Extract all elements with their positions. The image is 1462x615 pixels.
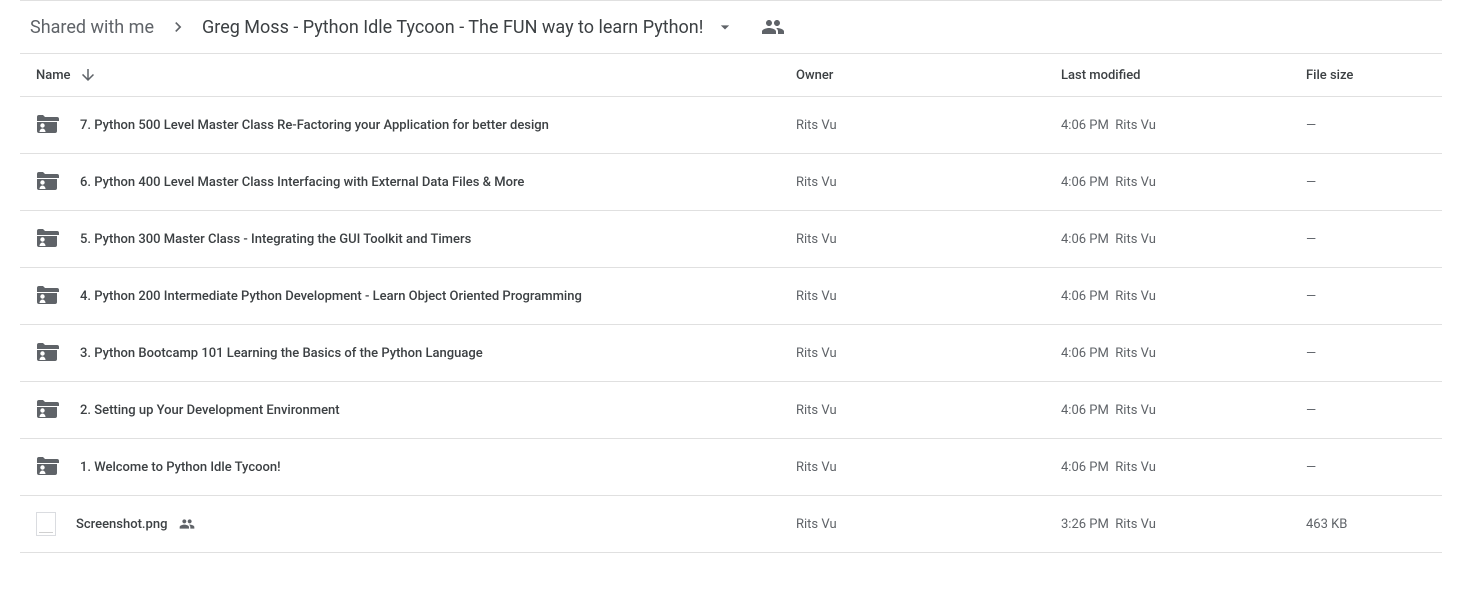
row-modified-cell: 4:06 PM Rits Vu bbox=[1061, 460, 1306, 475]
row-owner-cell: Rits Vu bbox=[796, 175, 1061, 190]
breadcrumb-current[interactable]: Greg Moss - Python Idle Tycoon - The FUN… bbox=[202, 17, 735, 38]
shared-folder-icon bbox=[36, 341, 60, 365]
row-owner-cell: Rits Vu bbox=[796, 403, 1061, 418]
row-name-cell: 2. Setting up Your Development Environme… bbox=[36, 398, 796, 422]
row-modified-cell: 3:26 PM Rits Vu bbox=[1061, 517, 1306, 532]
row-name-cell: 6. Python 400 Level Master Class Interfa… bbox=[36, 170, 796, 194]
table-row[interactable]: 6. Python 400 Level Master Class Interfa… bbox=[20, 154, 1442, 211]
row-modified-cell: 4:06 PM Rits Vu bbox=[1061, 289, 1306, 304]
table-row[interactable]: 1. Welcome to Python Idle Tycoon! Rits Vu… bbox=[20, 439, 1442, 496]
row-owner-cell: Rits Vu bbox=[796, 118, 1061, 133]
file-name: 6. Python 400 Level Master Class Interfa… bbox=[80, 175, 524, 190]
breadcrumb-current-label: Greg Moss - Python Idle Tycoon - The FUN… bbox=[202, 17, 703, 38]
row-owner-cell: Rits Vu bbox=[796, 232, 1061, 247]
shared-badge-icon bbox=[179, 516, 195, 532]
column-name-label: Name bbox=[36, 68, 71, 83]
table-row[interactable]: 4. Python 200 Intermediate Python Develo… bbox=[20, 268, 1442, 325]
file-name: 2. Setting up Your Development Environme… bbox=[80, 403, 340, 418]
table-row[interactable]: 3. Python Bootcamp 101 Learning the Basi… bbox=[20, 325, 1442, 382]
row-size-cell: 463 KB bbox=[1306, 517, 1426, 532]
shared-folder-icon bbox=[36, 455, 60, 479]
breadcrumb: Shared with me Greg Moss - Python Idle T… bbox=[20, 0, 1442, 54]
column-header-owner[interactable]: Owner bbox=[796, 68, 1061, 83]
table-header: Name Owner Last modified File size bbox=[20, 54, 1442, 97]
table-row[interactable]: Screenshot.png Rits Vu3:26 PM Rits Vu463 … bbox=[20, 496, 1442, 553]
column-header-size[interactable]: File size bbox=[1306, 68, 1426, 83]
row-name-cell: 5. Python 300 Master Class - Integrating… bbox=[36, 227, 796, 251]
dropdown-icon[interactable] bbox=[715, 17, 735, 37]
row-modified-cell: 4:06 PM Rits Vu bbox=[1061, 346, 1306, 361]
shared-folder-icon bbox=[36, 284, 60, 308]
file-name: Screenshot.png bbox=[76, 517, 167, 532]
table-row[interactable]: 7. Python 500 Level Master Class Re-Fact… bbox=[20, 97, 1442, 154]
file-name: 5. Python 300 Master Class - Integrating… bbox=[80, 232, 471, 247]
shared-folder-icon bbox=[36, 227, 60, 251]
table-row[interactable]: 5. Python 300 Master Class - Integrating… bbox=[20, 211, 1442, 268]
row-modified-cell: 4:06 PM Rits Vu bbox=[1061, 175, 1306, 190]
column-header-name[interactable]: Name bbox=[36, 66, 796, 84]
row-size-cell: — bbox=[1306, 460, 1426, 475]
row-size-cell: — bbox=[1306, 232, 1426, 247]
file-name: 7. Python 500 Level Master Class Re-Fact… bbox=[80, 118, 549, 133]
shared-folder-icon bbox=[36, 113, 60, 137]
row-modified-cell: 4:06 PM Rits Vu bbox=[1061, 403, 1306, 418]
row-name-cell: 7. Python 500 Level Master Class Re-Fact… bbox=[36, 113, 796, 137]
file-name: 1. Welcome to Python Idle Tycoon! bbox=[80, 460, 281, 475]
row-owner-cell: Rits Vu bbox=[796, 460, 1061, 475]
arrow-down-icon bbox=[79, 66, 97, 84]
shared-folder-icon bbox=[36, 170, 60, 194]
image-file-icon bbox=[36, 512, 56, 536]
row-name-cell: 3. Python Bootcamp 101 Learning the Basi… bbox=[36, 341, 796, 365]
row-name-cell: 4. Python 200 Intermediate Python Develo… bbox=[36, 284, 796, 308]
table-row[interactable]: 2. Setting up Your Development Environme… bbox=[20, 382, 1442, 439]
row-owner-cell: Rits Vu bbox=[796, 517, 1061, 532]
row-size-cell: — bbox=[1306, 289, 1426, 304]
row-name-cell: 1. Welcome to Python Idle Tycoon! bbox=[36, 455, 796, 479]
people-icon[interactable] bbox=[761, 15, 785, 39]
breadcrumb-root[interactable]: Shared with me bbox=[30, 17, 154, 38]
row-size-cell: — bbox=[1306, 403, 1426, 418]
file-table: Name Owner Last modified File size 7. Py… bbox=[20, 54, 1442, 553]
file-name: 4. Python 200 Intermediate Python Develo… bbox=[80, 289, 582, 304]
row-owner-cell: Rits Vu bbox=[796, 346, 1061, 361]
row-modified-cell: 4:06 PM Rits Vu bbox=[1061, 118, 1306, 133]
shared-folder-icon bbox=[36, 398, 60, 422]
row-owner-cell: Rits Vu bbox=[796, 289, 1061, 304]
row-size-cell: — bbox=[1306, 118, 1426, 133]
row-name-cell: Screenshot.png bbox=[36, 512, 796, 536]
chevron-right-icon bbox=[168, 17, 188, 37]
column-header-modified[interactable]: Last modified bbox=[1061, 68, 1306, 83]
row-modified-cell: 4:06 PM Rits Vu bbox=[1061, 232, 1306, 247]
row-size-cell: — bbox=[1306, 175, 1426, 190]
row-size-cell: — bbox=[1306, 346, 1426, 361]
file-name: 3. Python Bootcamp 101 Learning the Basi… bbox=[80, 346, 483, 361]
